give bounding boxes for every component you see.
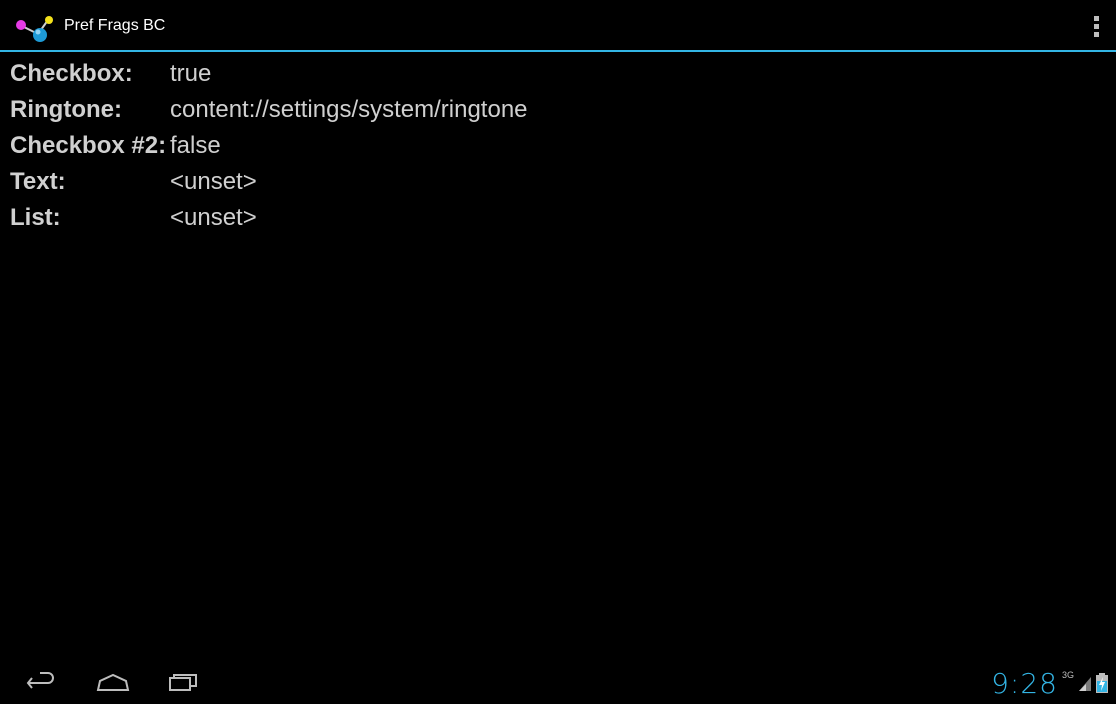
pref-label: List: <box>10 204 61 231</box>
battery-charging-icon <box>1096 673 1108 693</box>
screen: Pref Frags BC Checkbox: true Ringtone: c… <box>0 0 1116 704</box>
molecule-logo-icon <box>16 16 53 42</box>
pref-label: Checkbox #2: <box>10 132 167 159</box>
recents-icon <box>169 674 197 691</box>
recents-button[interactable] <box>158 666 208 698</box>
pref-value: <unset> <box>170 204 257 231</box>
overflow-menu-button[interactable] <box>1086 12 1106 40</box>
pref-value: true <box>170 60 212 87</box>
action-bar: Pref Frags BC <box>0 0 1116 52</box>
pref-label: Ringtone: <box>10 96 122 123</box>
pref-label: Text: <box>10 168 66 195</box>
pref-value: content://settings/system/ringtone <box>170 96 528 123</box>
overflow-dot <box>1093 23 1099 29</box>
pref-row-text: Text: <unset> <box>10 164 1100 200</box>
pref-row-checkbox: Checkbox: true <box>10 56 1100 92</box>
overflow-dot <box>1093 31 1099 37</box>
pref-value: <unset> <box>170 168 257 195</box>
clock: 9:28 <box>991 666 1058 700</box>
app-title: Pref Frags BC <box>64 17 166 34</box>
home-icon <box>96 673 130 691</box>
pref-value: false <box>170 132 221 159</box>
back-button[interactable] <box>18 666 68 698</box>
back-icon <box>26 672 54 689</box>
network-type-label: 3G <box>1061 670 1074 680</box>
system-nav-bar: 9:28 3G <box>0 660 1116 704</box>
pref-row-ringtone: Ringtone: content://settings/system/ring… <box>10 92 1100 128</box>
home-button[interactable] <box>88 666 138 698</box>
pref-label: Checkbox: <box>10 60 133 87</box>
pref-row-list: List: <unset> <box>10 200 1100 236</box>
signal-icon <box>1079 677 1091 691</box>
status-area[interactable]: 9:28 3G <box>991 666 1108 700</box>
overflow-menu-icon <box>1093 15 1099 21</box>
preferences-list: Checkbox: true Ringtone: content://setti… <box>10 56 1100 236</box>
pref-row-checkbox-2: Checkbox #2: false <box>10 128 1100 164</box>
